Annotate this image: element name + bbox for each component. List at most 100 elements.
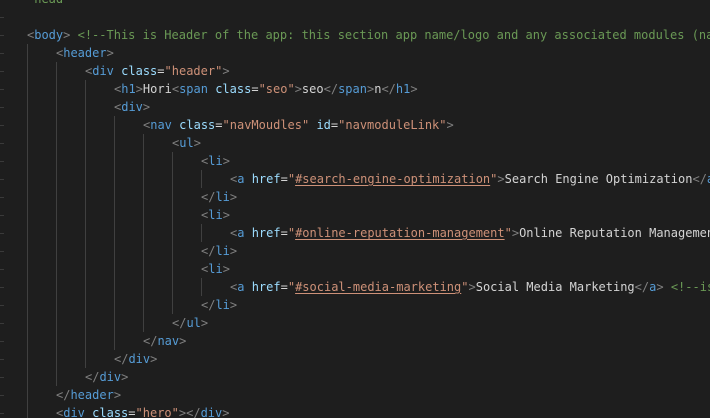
code-token: h1 [121, 82, 136, 96]
code-line[interactable]: </ul> [0, 314, 710, 332]
code-editor[interactable]: -head <body> <!--This is Header of the ap… [0, 0, 710, 418]
code-line[interactable]: <div class="hero"></div> [0, 404, 710, 418]
indent-guide [56, 206, 57, 224]
indent-guide [172, 296, 173, 314]
code-line-text: <h1>Hori<span class="seo">seo</span>n</h… [114, 80, 418, 98]
code-token: > [142, 100, 151, 114]
code-line[interactable]: </nav> [0, 332, 710, 350]
indent-guide [56, 350, 57, 368]
code-token: Social Media Marketing [475, 280, 635, 294]
code-token: li [215, 190, 230, 204]
code-token: = [280, 172, 288, 186]
code-token: > [106, 46, 114, 60]
code-line[interactable]: <a href="#online-reputation-management">… [0, 224, 710, 242]
indent-guide [56, 296, 57, 314]
code-line[interactable]: <a href="#search-engine-optimization">Se… [0, 170, 710, 188]
code-line[interactable]: </header> [0, 386, 710, 404]
indent-guide [114, 332, 115, 350]
code-line[interactable]: -head [0, 0, 710, 8]
code-line[interactable]: <h1>Hori<span class="seo">seo</span>n</h… [0, 80, 710, 98]
code-line[interactable]: </li> [0, 296, 710, 314]
indent-guide [172, 152, 173, 170]
code-line[interactable]: <div> [0, 98, 710, 116]
code-token: #search-engine-optimization [295, 172, 491, 186]
indent-guide [85, 98, 86, 116]
code-token: class [92, 406, 129, 418]
code-token: > [113, 388, 122, 402]
code-token: li [208, 262, 223, 276]
code-line[interactable] [0, 8, 710, 26]
code-line[interactable]: </div> [0, 350, 710, 368]
indent-guide [143, 188, 144, 206]
indent-guide [27, 98, 28, 116]
code-token: = [280, 280, 288, 294]
code-line-text: -head [27, 0, 63, 8]
code-token: span [179, 82, 208, 96]
indent-guide [143, 206, 144, 224]
indent-guide [27, 386, 28, 404]
indent-guide [85, 134, 86, 152]
indent-guide [27, 242, 28, 260]
indent-guide [201, 278, 202, 296]
code-line[interactable]: <li> [0, 260, 710, 278]
indent-guide [114, 134, 115, 152]
code-token: > [410, 82, 418, 96]
indent-guide [56, 116, 57, 134]
indent-guide [56, 224, 57, 242]
code-token: > [193, 136, 201, 150]
code-token: </ [381, 82, 396, 96]
indent-guide [27, 404, 28, 418]
code-line-text: </div> [85, 368, 128, 386]
code-line-text: </li> [201, 242, 237, 260]
code-token: #online-reputation-management [295, 226, 505, 240]
code-token: > [222, 262, 230, 276]
code-token: = [251, 82, 259, 96]
code-token: -head [27, 0, 63, 6]
code-line[interactable]: <nav class="navMoudles" id="navmoduleLin… [0, 116, 710, 134]
code-token: div [200, 406, 223, 418]
code-line[interactable]: <li> [0, 206, 710, 224]
indent-guide [27, 260, 28, 278]
code-line-text: <div class="hero"></div> [56, 404, 229, 418]
indent-guide [56, 98, 57, 116]
code-token: Online Reputation Managemen [519, 226, 710, 240]
code-line[interactable]: </div> [0, 368, 710, 386]
code-line[interactable]: <body> <!--This is Header of the app: th… [0, 26, 710, 44]
code-line[interactable]: <ul> [0, 134, 710, 152]
code-token: li [208, 154, 223, 168]
code-line[interactable]: <li> [0, 152, 710, 170]
code-line[interactable]: <header> [0, 44, 710, 62]
code-line-text: <li> [201, 260, 230, 278]
indent-guide [85, 224, 86, 242]
code-line-text: <a href="#social-media-marketing">Social… [230, 278, 710, 296]
code-line-text: </nav> [143, 332, 186, 350]
code-token: </ [323, 82, 339, 96]
indent-guide [85, 170, 86, 188]
indent-guide [172, 224, 173, 242]
code-token: li [208, 208, 223, 222]
code-token: = [280, 226, 288, 240]
code-line[interactable]: </li> [0, 188, 710, 206]
code-line-text: <div class="header"> [85, 62, 230, 80]
code-line-text: <div> [114, 98, 150, 116]
code-line-text: <li> [201, 206, 230, 224]
indent-guide [56, 332, 57, 350]
code-token: Hori [142, 82, 172, 96]
indent-guide [56, 134, 57, 152]
indent-guide [27, 350, 28, 368]
code-token: > [446, 118, 454, 132]
code-line-text: </div> [114, 350, 157, 368]
code-area[interactable]: -head <body> <!--This is Header of the ap… [0, 0, 710, 418]
indent-guide [172, 188, 173, 206]
code-token: div [92, 64, 114, 78]
code-token: </ [186, 406, 201, 418]
code-line[interactable]: </li> [0, 242, 710, 260]
code-line[interactable]: <div class="header"> [0, 62, 710, 80]
code-token: " [287, 172, 296, 186]
indent-guide [56, 62, 57, 80]
code-line[interactable]: <a href="#social-media-marketing">Social… [0, 278, 710, 296]
indent-guide [27, 152, 28, 170]
indent-guide [172, 260, 173, 278]
indent-guide [201, 170, 202, 188]
code-token: class [179, 118, 216, 132]
